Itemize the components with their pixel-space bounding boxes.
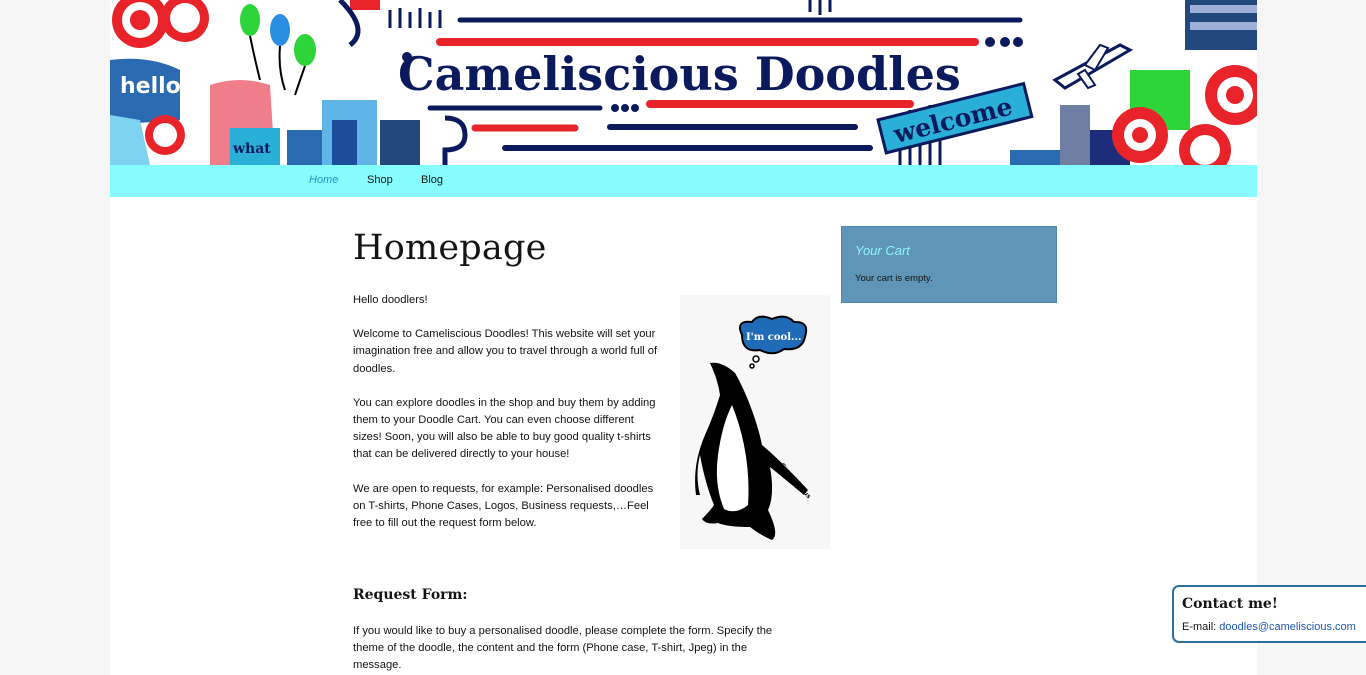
penguin-tag-text: Cameliscious xyxy=(778,462,812,501)
banner-site-title: Cameliscious Doodles xyxy=(398,47,961,101)
penguin-illustration: I'm cool... Cameliscious xyxy=(695,315,812,540)
nav-home[interactable]: Home xyxy=(309,174,338,186)
page-container: hello what Cameliscious Doodles welcome … xyxy=(110,0,1257,675)
banner-what-text: what xyxy=(232,141,271,157)
contact-title: Contact me! xyxy=(1182,596,1278,612)
header-banner[interactable]: hello what Cameliscious Doodles welcome xyxy=(110,0,1257,165)
contact-email-link[interactable]: doodles@cameliscious.com xyxy=(1219,621,1356,633)
requests-paragraph: We are open to requests, for example: Pe… xyxy=(353,482,654,530)
request-form-intro: If you would like to buy a personalised … xyxy=(353,625,773,672)
nav-blog[interactable]: Blog xyxy=(421,174,443,186)
cart-widget: Your Cart Your cart is empty. xyxy=(841,226,1057,303)
welcome-paragraph: Welcome to Cameliscious Doodles! This we… xyxy=(353,328,658,375)
intro-paragraph: Hello doodlers! xyxy=(353,294,428,306)
shop-paragraph: You can explore doodles in the shop and … xyxy=(353,396,656,461)
contact-email-line: E-mail: doodles@cameliscious.com xyxy=(1182,621,1356,633)
main-navigation: Home Shop Blog xyxy=(110,165,1257,197)
penguin-image: I'm cool... Cameliscious xyxy=(680,295,830,549)
contact-email-label: E-mail: xyxy=(1182,621,1217,633)
page-title: Homepage xyxy=(353,228,547,268)
nav-shop[interactable]: Shop xyxy=(367,174,393,186)
page-content: Hello doodlers! Welcome to Cameliscious … xyxy=(353,292,663,549)
contact-widget: Contact me! E-mail: doodles@cameliscious… xyxy=(1172,585,1366,643)
banner-doodle-art: hello what Cameliscious Doodles welcome xyxy=(110,0,1257,165)
cart-title: Your Cart xyxy=(855,243,910,258)
request-form-heading: Request Form: xyxy=(353,587,468,603)
banner-hello-text: hello xyxy=(120,74,181,99)
penguin-bubble-text: I'm cool... xyxy=(746,332,801,343)
cart-empty-message: Your cart is empty. xyxy=(855,273,933,284)
